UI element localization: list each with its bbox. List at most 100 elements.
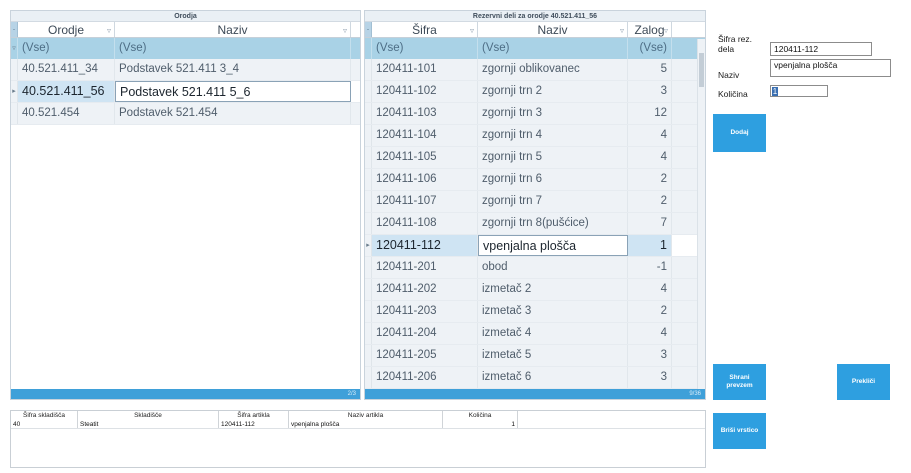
- row-selector[interactable]: [11, 103, 18, 124]
- cell-naziv[interactable]: zgornji trn 6: [478, 169, 628, 190]
- cell-zalog[interactable]: 12: [628, 103, 672, 124]
- cell-sifra[interactable]: 120411-206: [372, 367, 478, 388]
- cell-naziv[interactable]: izmetač 3: [478, 301, 628, 322]
- table-row[interactable]: 120411-204 izmetač 44: [365, 323, 705, 345]
- cell-zalog[interactable]: 4: [628, 279, 672, 300]
- table-row[interactable]: 40.521.454 Podstavek 521.454: [11, 103, 360, 125]
- cell-naziv[interactable]: zgornji trn 8(pušćice): [478, 213, 628, 234]
- cell-zalog[interactable]: 4: [628, 147, 672, 168]
- filter-icon[interactable]: ▿: [470, 23, 474, 37]
- filter-cell-sifra[interactable]: (Vse): [372, 38, 478, 59]
- column-header-zalog[interactable]: Zalog ▿: [628, 22, 672, 37]
- cell-sifra[interactable]: 120411-104: [372, 125, 478, 146]
- row-selector[interactable]: [365, 103, 372, 124]
- table-row-current[interactable]: ▸ 120411-112 vpenjalna plošča 1: [365, 235, 705, 257]
- column-header-kolicina[interactable]: Količina: [443, 411, 518, 420]
- vertical-scrollbar[interactable]: [697, 39, 705, 389]
- row-selector[interactable]: [365, 367, 372, 388]
- column-header-naziv-artikla[interactable]: Naziv artikla: [289, 411, 443, 420]
- cell-zalog[interactable]: -1: [628, 257, 672, 278]
- row-selector-header[interactable]: -: [365, 22, 372, 37]
- filter-cell-naziv[interactable]: (Vse): [115, 38, 351, 59]
- current-row-indicator[interactable]: ▸: [365, 235, 372, 256]
- cell-zalog[interactable]: 2: [628, 191, 672, 212]
- cell-naziv[interactable]: zgornji oblikovanec: [478, 59, 628, 80]
- table-row[interactable]: 120411-203 izmetač 32: [365, 301, 705, 323]
- cell-naziv[interactable]: Podstavek 521.411 3_4: [115, 59, 351, 80]
- table-row[interactable]: 120411-105 zgornji trn 54: [365, 147, 705, 169]
- table-row[interactable]: 120411-107 zgornji trn 72: [365, 191, 705, 213]
- cell-sifra[interactable]: 120411-201: [372, 257, 478, 278]
- row-selector[interactable]: [365, 301, 372, 322]
- cell-zalog[interactable]: 2: [628, 301, 672, 322]
- cell-skladisce[interactable]: Steatit: [78, 420, 219, 428]
- scrollbar-thumb[interactable]: [699, 53, 704, 87]
- row-selector-header[interactable]: -: [11, 22, 18, 37]
- brisi-vrstico-button[interactable]: Briši vrstico: [713, 413, 766, 449]
- cell-kolicina[interactable]: 1: [443, 420, 518, 428]
- cell-naziv[interactable]: zgornji trn 2: [478, 81, 628, 102]
- table-row[interactable]: 40 Steatit 120411-112 vpenjalna plošča 1: [11, 420, 705, 429]
- cell-naziv-artikla[interactable]: vpenjalna plošča: [289, 420, 443, 428]
- table-row[interactable]: 120411-202 izmetač 24: [365, 279, 705, 301]
- cell-zalog[interactable]: 3: [628, 345, 672, 366]
- cell-naziv[interactable]: obod: [478, 257, 628, 278]
- shrani-prevzem-button[interactable]: Shrani prevzem: [713, 364, 766, 400]
- column-header-naziv[interactable]: Naziv ▿: [478, 22, 628, 37]
- kolicina-field[interactable]: 1: [770, 85, 828, 97]
- cell-sifra[interactable]: 120411-107: [372, 191, 478, 212]
- filter-icon[interactable]: ▿: [664, 23, 668, 37]
- filter-cell-orodje[interactable]: (Vse): [18, 38, 115, 59]
- cell-sifra[interactable]: 120411-205: [372, 345, 478, 366]
- cell-sifra[interactable]: 120411-203: [372, 301, 478, 322]
- sifra-field[interactable]: 120411-112: [770, 42, 872, 56]
- cell-zalog[interactable]: 3: [628, 81, 672, 102]
- cell-naziv[interactable]: zgornji trn 3: [478, 103, 628, 124]
- preklici-button[interactable]: Prekliči: [837, 364, 890, 400]
- table-row[interactable]: 120411-106 zgornji trn 62: [365, 169, 705, 191]
- table-row[interactable]: 120411-108 zgornji trn 8(pušćice) 7: [365, 213, 705, 235]
- row-selector[interactable]: [365, 147, 372, 168]
- cell-naziv[interactable]: Podstavek 521.411 5_6: [115, 81, 351, 102]
- row-selector[interactable]: [365, 257, 372, 278]
- cell-zalog[interactable]: 2: [628, 169, 672, 190]
- cell-naziv[interactable]: Podstavek 521.454: [115, 103, 351, 124]
- row-selector[interactable]: [365, 279, 372, 300]
- row-selector[interactable]: [365, 191, 372, 212]
- row-selector[interactable]: [365, 213, 372, 234]
- table-row[interactable]: 120411-205 izmetač 53: [365, 345, 705, 367]
- cell-naziv[interactable]: izmetač 6: [478, 367, 628, 388]
- cell-sifra-skladisca[interactable]: 40: [11, 420, 78, 428]
- row-selector[interactable]: [365, 345, 372, 366]
- column-header-skladisce[interactable]: Skladišče: [78, 411, 219, 420]
- row-selector[interactable]: [365, 59, 372, 80]
- cell-zalog[interactable]: 5: [628, 59, 672, 80]
- cell-sifra[interactable]: 120411-101: [372, 59, 478, 80]
- cell-zalog[interactable]: 4: [628, 323, 672, 344]
- column-header-orodje[interactable]: Orodje ▿: [18, 22, 115, 37]
- table-row[interactable]: 120411-103 zgornji trn 3 12: [365, 103, 705, 125]
- table-row-current[interactable]: ▸ 40.521.411_56 Podstavek 521.411 5_6: [11, 81, 360, 103]
- cell-orodje[interactable]: 40.521.454: [18, 103, 115, 124]
- cell-naziv[interactable]: zgornji trn 4: [478, 125, 628, 146]
- cell-zalog[interactable]: 3: [628, 367, 672, 388]
- cell-sifra[interactable]: 120411-102: [372, 81, 478, 102]
- column-header-naziv[interactable]: Naziv ▿: [115, 22, 351, 37]
- cell-sifra[interactable]: 120411-108: [372, 213, 478, 234]
- row-selector[interactable]: [365, 323, 372, 344]
- table-row[interactable]: 40.521.411_34 Podstavek 521.411 3_4: [11, 59, 360, 81]
- cell-sifra[interactable]: 120411-204: [372, 323, 478, 344]
- cell-sifra[interactable]: 120411-105: [372, 147, 478, 168]
- row-selector[interactable]: [365, 81, 372, 102]
- row-selector[interactable]: [365, 169, 372, 190]
- cell-zalog[interactable]: 4: [628, 125, 672, 146]
- cell-sifra[interactable]: 120411-106: [372, 169, 478, 190]
- filter-icon[interactable]: ▿: [343, 23, 347, 37]
- cell-orodje[interactable]: 40.521.411_56: [18, 81, 115, 102]
- cell-zalog[interactable]: 1: [628, 235, 672, 256]
- cell-sifra[interactable]: 120411-112: [372, 235, 478, 256]
- naziv-field[interactable]: vpenjalna plošča: [770, 59, 891, 77]
- filter-cell-naziv[interactable]: (Vse): [478, 38, 628, 59]
- cell-naziv[interactable]: vpenjalna plošča: [478, 235, 628, 256]
- row-selector[interactable]: [11, 59, 18, 80]
